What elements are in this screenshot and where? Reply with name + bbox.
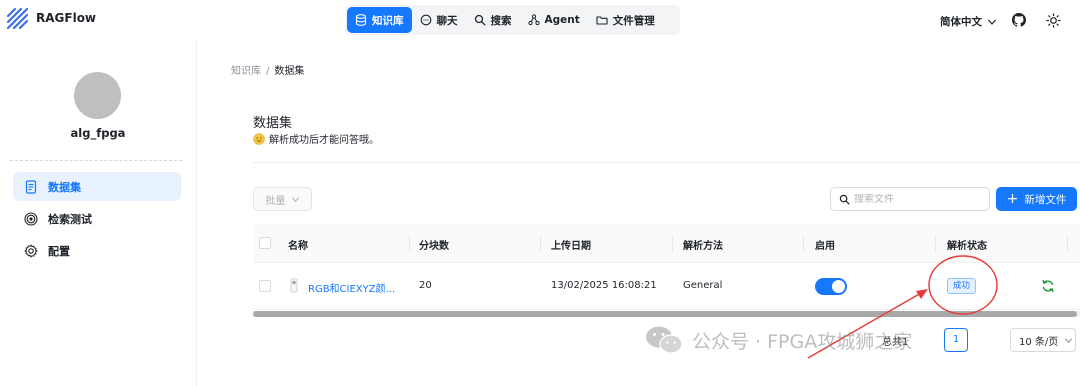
nav-item-search[interactable]: 搜索: [466, 7, 520, 33]
nav-item-label: 搜索: [490, 14, 512, 27]
breadcrumb: 知识库 / 数据集: [231, 62, 304, 77]
refresh-icon[interactable]: [1041, 279, 1055, 293]
language-selector[interactable]: 简体中文: [940, 14, 997, 29]
page-title: 数据集: [253, 116, 293, 131]
folder-icon: [596, 16, 608, 25]
column-header-parse-status[interactable]: 解析状态: [947, 237, 987, 252]
nav-item-label: 知识库: [372, 14, 404, 27]
chevron-down-icon: [291, 196, 299, 202]
column-divider: [540, 235, 541, 252]
column-header-upload-date[interactable]: 上传日期: [551, 237, 591, 252]
horizontal-scrollbar[interactable]: [253, 311, 1080, 317]
table-row: RGB和CIEXYZ颜... 20 13/02/2025 16:08:21 Ge…: [253, 263, 1080, 310]
app-name: RAGFlow: [36, 11, 97, 25]
column-divider: [409, 235, 410, 252]
ragflow-logo-icon[interactable]: [6, 7, 28, 29]
search-icon: [839, 194, 850, 204]
status-badge[interactable]: 成功: [947, 278, 977, 294]
chevron-down-icon: [1065, 337, 1073, 343]
watermark-text: 公众号 · FPGA攻城狮之家: [692, 330, 913, 353]
column-header-parser[interactable]: 解析方法: [683, 237, 723, 252]
nav-item-agent[interactable]: Agent: [520, 7, 588, 33]
enable-toggle[interactable]: [815, 278, 847, 295]
column-divider: [803, 235, 804, 252]
sidebar-item-label: 数据集: [48, 180, 81, 194]
sidebar-item-label: 配置: [48, 244, 70, 258]
toggle-knob: [832, 280, 845, 293]
sun-icon[interactable]: [1046, 13, 1061, 28]
column-header-chunks[interactable]: 分块数: [419, 237, 449, 252]
breadcrumb-parent[interactable]: 知识库: [231, 66, 261, 77]
chunk-count: 20: [419, 280, 432, 291]
page-subtitle-text: 解析成功后才能问答哦。: [269, 135, 379, 146]
wechat-logo-icon: [646, 326, 683, 354]
gear-icon: [24, 244, 38, 257]
database-icon: [355, 14, 367, 26]
upload-date: 13/02/2025 16:08:21: [551, 280, 657, 291]
github-icon[interactable]: [1012, 13, 1026, 27]
batch-dropdown[interactable]: 批量: [253, 187, 312, 211]
pagination-page-1[interactable]: 1: [944, 328, 968, 352]
smile-emoji-icon: [253, 132, 265, 145]
select-all-checkbox[interactable]: [259, 237, 271, 249]
file-icon: [290, 278, 298, 293]
column-header-enabled[interactable]: 启用: [815, 237, 835, 252]
sidebar-item-label: 检索测试: [48, 212, 92, 226]
sidebar-item-config[interactable]: 配置: [13, 236, 181, 265]
table-header: 名称 分块数 上传日期 解析方法 启用 解析状态: [253, 224, 1080, 263]
top-bar: RAGFlow 知识库 聊天 搜索 Agent 文件管理 简体中文: [0, 0, 1080, 42]
nav-item-file-management[interactable]: 文件管理: [588, 7, 663, 33]
header-divider: [253, 162, 1080, 163]
add-file-button[interactable]: + 新增文件: [996, 187, 1077, 211]
breadcrumb-current: 数据集: [274, 66, 305, 77]
breadcrumb-separator: /: [266, 66, 270, 77]
row-checkbox[interactable]: [259, 280, 271, 292]
target-icon: [24, 211, 38, 226]
nav-item-knowledge-base[interactable]: 知识库: [347, 7, 412, 33]
language-label: 简体中文: [940, 16, 982, 28]
agent-graph-icon: [527, 14, 540, 26]
avatar: [74, 72, 121, 119]
file-search[interactable]: [830, 187, 990, 211]
sidebar: alg_fpga 数据集 检索测试 配置: [0, 42, 192, 386]
sidebar-divider: [10, 160, 182, 161]
search-input[interactable]: [854, 193, 974, 205]
watermark: 公众号 · FPGA攻城狮之家: [644, 325, 912, 355]
column-divider: [672, 235, 673, 252]
sidebar-item-retrieval-test[interactable]: 检索测试: [13, 204, 181, 233]
page-size-label: 10 条/页: [1019, 336, 1059, 348]
sidebar-separator: [196, 42, 197, 386]
column-divider: [1067, 235, 1068, 252]
nav-item-chat[interactable]: 聊天: [412, 7, 466, 33]
file-name-link[interactable]: RGB和CIEXYZ颜...: [308, 280, 395, 295]
document-icon: [25, 179, 37, 194]
sidebar-item-dataset[interactable]: 数据集: [13, 172, 181, 201]
parser-method[interactable]: General: [683, 280, 722, 291]
scrollbar-thumb[interactable]: [253, 311, 1077, 317]
search-icon: [474, 14, 485, 26]
page-subtitle: 解析成功后才能问答哦。: [253, 131, 379, 146]
page-size-select[interactable]: 10 条/页: [1010, 328, 1076, 352]
plus-icon: +: [1006, 191, 1019, 207]
chevron-down-icon: [988, 19, 996, 25]
add-file-label: 新增文件: [1024, 193, 1067, 206]
column-divider: [935, 235, 936, 252]
chat-bubble-icon: [420, 14, 431, 26]
nav-item-label: 文件管理: [612, 14, 655, 27]
column-header-name[interactable]: 名称: [288, 237, 308, 252]
nav-item-label: Agent: [544, 14, 580, 26]
batch-label: 批量: [265, 195, 286, 207]
main-nav: 知识库 聊天 搜索 Agent 文件管理: [345, 5, 680, 35]
knowledge-base-name: alg_fpga: [70, 126, 126, 140]
nav-item-label: 聊天: [436, 14, 458, 27]
